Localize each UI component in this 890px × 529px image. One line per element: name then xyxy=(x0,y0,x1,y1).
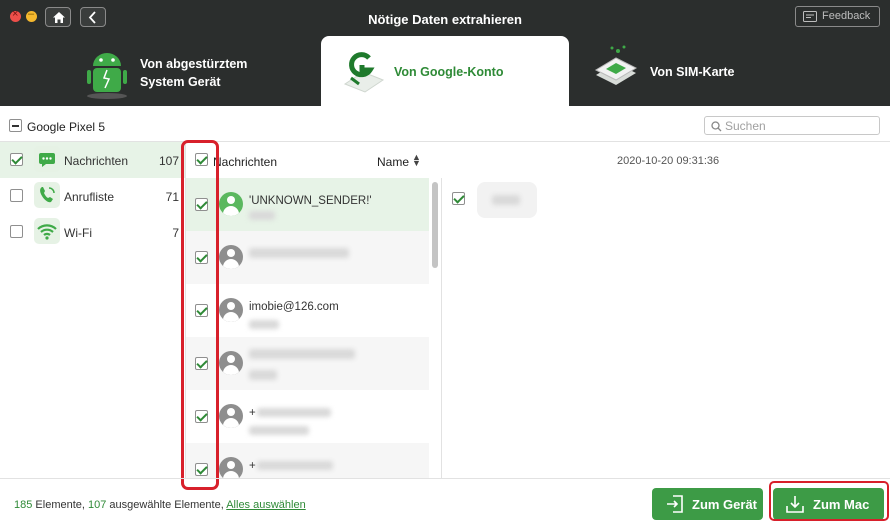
category-checkbox[interactable] xyxy=(10,225,23,238)
to-device-label: Zum Gerät xyxy=(692,497,758,512)
category-messages[interactable]: Nachrichten 107 xyxy=(0,142,185,178)
tab-sim-card[interactable]: Von SIM-Karte xyxy=(580,36,830,106)
selected-label: ausgewählte Elemente, xyxy=(106,499,227,511)
message-sender: + xyxy=(249,460,256,472)
sim-card-icon xyxy=(594,45,638,85)
window-title: Nötige Daten extrahieren xyxy=(368,12,522,27)
blurred-text xyxy=(249,349,355,359)
message-bubble xyxy=(477,182,537,218)
category-name: Wi-Fi xyxy=(64,226,92,240)
wifi-icon xyxy=(34,218,60,244)
message-sender: imobie@126.com xyxy=(249,301,339,313)
tab-sim-label: Von SIM-Karte xyxy=(650,65,735,79)
phone-icon xyxy=(34,182,60,208)
blurred-text xyxy=(249,426,309,435)
android-robot-icon xyxy=(87,53,127,99)
blurred-text xyxy=(257,408,331,417)
feedback-icon xyxy=(803,11,817,22)
avatar xyxy=(219,192,243,216)
category-list: Nachrichten 107 Anrufliste 71 Wi-Fi 7 xyxy=(0,142,186,478)
message-sender: 'UNKNOWN_SENDER!' xyxy=(249,195,372,207)
category-checkbox[interactable] xyxy=(10,189,23,202)
blurred-text xyxy=(492,195,520,205)
avatar xyxy=(219,404,243,428)
feedback-label: Feedback xyxy=(822,10,871,22)
list-header-title: Nachrichten xyxy=(213,155,278,169)
tab-google-label: Von Google-Konto xyxy=(394,65,504,79)
highlight-checkbox-column xyxy=(181,140,219,490)
message-list-header: Nachrichten Name ▲ ▼ xyxy=(186,142,442,178)
total-label: Elemente, xyxy=(32,499,88,511)
tab-crashed-label-1: Von abgestürztem xyxy=(140,57,248,71)
tab-crashed-label-2: System Gerät xyxy=(140,75,221,89)
category-call-log[interactable]: Anrufliste 71 xyxy=(0,178,185,214)
list-item[interactable]: + xyxy=(186,443,429,478)
list-item[interactable]: imobie@126.com xyxy=(186,284,429,337)
search-box[interactable] xyxy=(704,116,880,135)
device-name: Google Pixel 5 xyxy=(27,120,106,134)
avatar xyxy=(219,298,243,322)
highlight-to-mac-button xyxy=(769,481,889,521)
device-select-all-checkbox[interactable] xyxy=(9,119,22,132)
list-item[interactable] xyxy=(186,231,429,284)
title-bar: Nötige Daten extrahieren Feedback Von ab… xyxy=(0,0,890,106)
google-icon xyxy=(343,52,385,93)
list-item[interactable]: + xyxy=(186,390,429,443)
category-name: Anrufliste xyxy=(64,190,115,204)
detail-message-checkbox[interactable] xyxy=(452,192,465,205)
search-input[interactable] xyxy=(725,118,875,133)
list-scrollbar[interactable] xyxy=(432,182,438,268)
list-item[interactable]: 'UNKNOWN_SENDER!' xyxy=(186,178,429,231)
sort-by-name[interactable]: Name xyxy=(377,155,409,169)
category-count: 107 xyxy=(158,154,179,168)
message-icon xyxy=(34,146,60,172)
message-date: 2020-10-20 09:31:36 xyxy=(617,155,720,167)
message-detail-panel: 2020-10-20 09:31:36 xyxy=(443,142,890,478)
message-list[interactable]: 'UNKNOWN_SENDER!' imobie@126.com + + xyxy=(186,178,442,478)
avatar xyxy=(219,245,243,269)
avatar xyxy=(219,457,243,478)
export-to-device-icon xyxy=(667,495,683,513)
search-icon xyxy=(711,121,722,132)
category-count: 71 xyxy=(165,190,179,204)
category-wifi[interactable]: Wi-Fi 7 xyxy=(0,214,185,250)
message-sender: + xyxy=(249,407,256,419)
feedback-button[interactable]: Feedback xyxy=(795,6,880,27)
avatar xyxy=(219,351,243,375)
tab-google-account[interactable]: Von Google-Konto xyxy=(321,36,569,106)
list-item[interactable] xyxy=(186,337,429,390)
category-checkbox[interactable] xyxy=(10,153,23,166)
blurred-text xyxy=(249,370,277,380)
blurred-text xyxy=(249,211,275,220)
blurred-text xyxy=(257,461,333,470)
category-count: 7 xyxy=(172,226,179,240)
selected-count: 107 xyxy=(88,499,107,511)
to-device-button[interactable]: Zum Gerät xyxy=(652,488,763,520)
category-name: Nachrichten xyxy=(64,154,129,168)
footer-bar: 185 Elemente, 107 ausgewählte Elemente, … xyxy=(0,478,890,529)
selection-summary: 185 Elemente, 107 ausgewählte Elemente, … xyxy=(14,499,306,511)
tab-crashed-system[interactable]: Von abgestürztem System Gerät xyxy=(70,36,320,106)
blurred-text xyxy=(249,320,279,329)
device-row: Google Pixel 5 xyxy=(0,106,890,142)
blurred-text xyxy=(249,248,349,258)
sort-arrows-icon[interactable]: ▲ ▼ xyxy=(412,153,421,168)
total-count: 185 xyxy=(14,499,33,511)
select-all-link[interactable]: Alles auswählen xyxy=(226,499,306,511)
